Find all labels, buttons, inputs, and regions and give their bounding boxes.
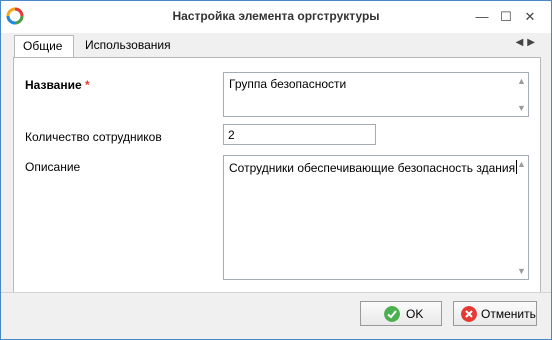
name-label-text: Название: [25, 78, 82, 92]
name-scrollbar[interactable]: ▲ ▼: [514, 73, 528, 116]
tab-panel-general: Название * Группа безопасности ▲ ▼ Колич…: [13, 57, 541, 293]
name-field[interactable]: Группа безопасности ▲ ▼: [223, 72, 529, 117]
name-value: Группа безопасности: [229, 77, 347, 91]
scroll-down-icon[interactable]: ▼: [517, 103, 526, 113]
scroll-down-icon[interactable]: ▼: [517, 266, 526, 276]
dialog-window: Настройка элемента оргструктуры — ☐ ✕ Об…: [0, 0, 552, 340]
cancel-label: Отменить: [481, 307, 536, 321]
employee-count-field[interactable]: 2: [223, 124, 376, 145]
tab-strip: Общие Использования ◀▶: [11, 35, 541, 58]
cancel-button[interactable]: Отменить: [453, 301, 537, 326]
check-icon: [384, 306, 400, 322]
required-mark: *: [85, 78, 90, 92]
description-field[interactable]: Сотрудники обеспечивающие безопасность з…: [223, 155, 529, 280]
tab-usages[interactable]: Использования: [77, 35, 179, 57]
maximize-button[interactable]: ☐: [495, 7, 517, 27]
description-value: Сотрудники обеспечивающие безопасность з…: [229, 161, 516, 175]
window-title: Настройка элемента оргструктуры: [172, 9, 380, 23]
description-scrollbar[interactable]: ▲ ▼: [514, 156, 528, 279]
employee-count-value: 2: [228, 128, 235, 142]
tab-general[interactable]: Общие: [14, 35, 74, 58]
title-bar: Настройка элемента оргструктуры — ☐ ✕: [1, 1, 551, 33]
description-label: Описание: [25, 160, 81, 174]
minimize-button[interactable]: —: [471, 7, 493, 27]
name-label: Название *: [25, 78, 90, 92]
scroll-up-icon[interactable]: ▲: [517, 76, 526, 86]
footer-divider: [1, 292, 551, 293]
scroll-up-icon[interactable]: ▲: [517, 159, 526, 169]
tab-next-icon[interactable]: ▶: [527, 37, 539, 48]
ok-label: OK: [406, 307, 424, 321]
description-value-wrap: Сотрудники обеспечивающие безопасность з…: [229, 160, 518, 175]
employee-count-label: Количество сотрудников: [25, 130, 162, 144]
tab-prev-icon[interactable]: ◀: [516, 37, 528, 48]
tab-scroll-arrows[interactable]: ◀▶: [516, 37, 539, 48]
close-circle-icon: [461, 306, 477, 322]
close-button[interactable]: ✕: [519, 7, 541, 27]
ok-button[interactable]: OK: [360, 301, 442, 326]
